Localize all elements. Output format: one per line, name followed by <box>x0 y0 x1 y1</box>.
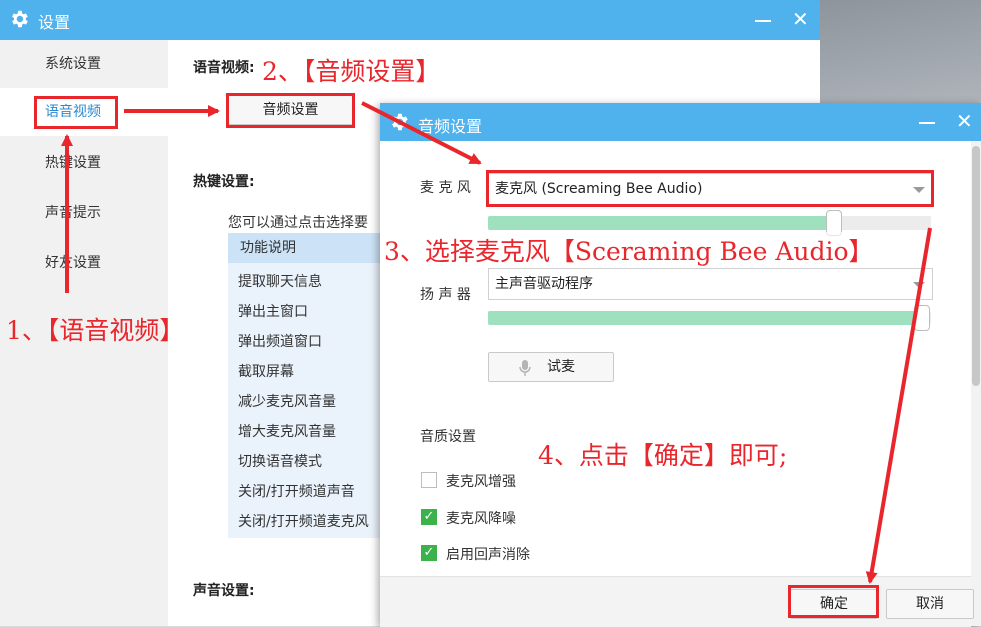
annotation-step3: 3、选择麦克风【Sceraming Bee Audio】 <box>384 232 874 268</box>
annotation-step4: 4、点击【确定】即可; <box>538 441 788 470</box>
annotation-step2: 2、【音频设置】 <box>262 57 441 86</box>
annotation-step1: 1、【语音视频】 <box>6 316 185 345</box>
